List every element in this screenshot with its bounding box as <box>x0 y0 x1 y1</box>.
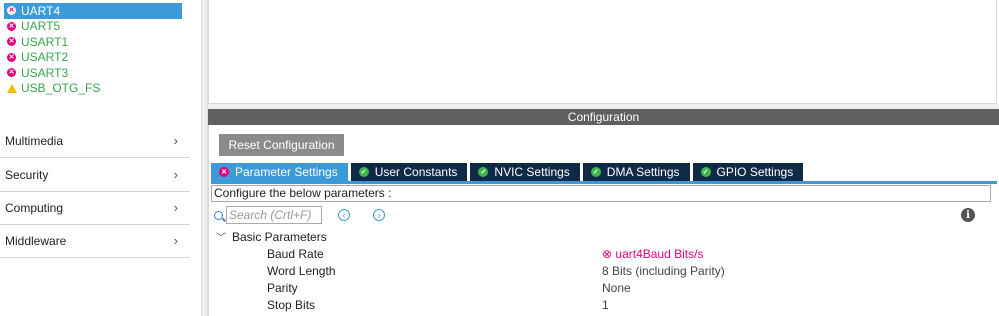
mode-panel <box>208 0 997 104</box>
search-icon <box>214 210 223 220</box>
chevron-right-icon: › <box>173 133 178 148</box>
param-value: ⊗ uart4Baud Bits/s <box>602 247 703 261</box>
left-panel: ✕ UART4 ✕ UART5 ✕ USART1 ✕ USART2 ✕ USAR… <box>0 0 201 316</box>
tab-label: NVIC Settings <box>494 165 570 179</box>
category-label: Security <box>5 167 49 182</box>
peripheral-item-uart5[interactable]: ✕ UART5 <box>4 19 182 35</box>
check-icon: ✓ <box>590 167 601 177</box>
basic-parameters-group[interactable]: ﹀ Basic Parameters <box>216 228 327 245</box>
check-icon: ✓ <box>700 167 711 177</box>
tab-nvic-settings[interactable]: ✓ NVIC Settings <box>470 163 580 181</box>
tab-label: GPIO Settings <box>716 165 794 179</box>
param-name: Stop Bits <box>267 298 316 312</box>
chevron-down-icon: ﹀ <box>216 233 226 244</box>
panel-splitter[interactable] <box>201 0 208 316</box>
category-label: Multimedia <box>5 133 64 148</box>
tab-parameter-settings[interactable]: ✕ Parameter Settings <box>211 163 348 181</box>
param-row-baud-rate[interactable]: Baud Rate ⊗ uart4Baud Bits/s <box>209 245 998 262</box>
tab-dma-settings[interactable]: ✓ DMA Settings <box>582 163 690 181</box>
tab-label: Parameter Settings <box>235 165 338 179</box>
category-label: Computing <box>5 200 64 215</box>
peripheral-label: UART5 <box>21 19 61 34</box>
configuration-panel: Reset Configuration ✕ Parameter Settings… <box>208 125 999 316</box>
peripheral-label: USART3 <box>21 65 69 80</box>
peripheral-label: USART2 <box>21 50 69 65</box>
configure-instructions: Configure the below parameters : <box>211 185 991 202</box>
search-row: Search (Crtl+F) ‹ › <box>214 206 385 224</box>
error-icon: ✕ <box>7 21 16 31</box>
param-value: 8 Bits (including Parity) <box>602 264 725 278</box>
error-icon: ⊗ <box>602 247 616 261</box>
param-value: None <box>602 281 631 295</box>
peripheral-label: USB_OTG_FS <box>21 81 101 96</box>
check-icon: ✓ <box>358 167 369 177</box>
tab-underline <box>211 181 997 184</box>
error-icon: ✕ <box>7 37 16 47</box>
tab-label: DMA Settings <box>606 165 680 179</box>
previous-match-button[interactable]: ‹ <box>338 209 350 221</box>
param-name: Word Length <box>267 264 336 278</box>
tab-gpio-settings[interactable]: ✓ GPIO Settings <box>692 163 804 181</box>
group-label: Basic Parameters <box>232 229 327 244</box>
search-input[interactable]: Search (Crtl+F) <box>226 206 322 224</box>
tab-label: User Constants <box>374 165 458 179</box>
peripheral-label: UART4 <box>21 3 61 18</box>
configuration-header: Configuration <box>208 109 999 125</box>
chevron-right-icon: › <box>173 167 178 182</box>
tab-user-constants[interactable]: ✓ User Constants <box>350 163 468 181</box>
config-tabs: ✕ Parameter Settings ✓ User Constants ✓ … <box>211 163 806 181</box>
peripheral-item-usart2[interactable]: ✕ USART2 <box>4 50 182 66</box>
peripheral-list: ✕ UART4 ✕ UART5 ✕ USART1 ✕ USART2 ✕ USAR… <box>4 3 182 96</box>
error-icon: ✕ <box>7 68 16 78</box>
category-middleware[interactable]: Middleware › <box>0 224 190 258</box>
right-panel: Configuration Reset Configuration ✕ Para… <box>208 0 999 316</box>
category-computing[interactable]: Computing › <box>0 191 190 225</box>
reset-configuration-button[interactable]: Reset Configuration <box>219 134 344 156</box>
param-row-parity[interactable]: Parity None <box>209 279 998 296</box>
peripheral-item-usart3[interactable]: ✕ USART3 <box>4 65 182 81</box>
param-row-word-length[interactable]: Word Length 8 Bits (including Parity) <box>209 262 998 279</box>
peripheral-label: USART1 <box>21 34 69 49</box>
error-icon: ✕ <box>7 52 16 62</box>
param-name: Baud Rate <box>267 247 324 261</box>
category-label: Middleware <box>5 233 67 248</box>
param-value: 1 <box>602 298 609 312</box>
check-icon: ✓ <box>478 167 489 177</box>
param-value-text: uart4Baud Bits/s <box>615 247 704 261</box>
peripheral-item-usart1[interactable]: ✕ USART1 <box>4 34 182 50</box>
category-security[interactable]: Security › <box>0 158 190 192</box>
error-icon: ✕ <box>219 167 229 177</box>
param-row-stop-bits[interactable]: Stop Bits 1 <box>209 296 998 313</box>
chevron-right-icon: › <box>173 200 178 215</box>
info-icon[interactable]: i <box>961 208 975 222</box>
chevron-right-icon: › <box>173 233 178 248</box>
next-match-button[interactable]: › <box>373 209 385 221</box>
category-multimedia[interactable]: Multimedia › <box>0 124 190 158</box>
peripheral-item-uart4[interactable]: ✕ UART4 <box>4 3 182 19</box>
param-name: Parity <box>267 281 298 295</box>
peripheral-item-usb-otg-fs[interactable]: USB_OTG_FS <box>4 81 182 97</box>
error-icon: ✕ <box>7 6 16 16</box>
warning-icon <box>7 83 17 93</box>
